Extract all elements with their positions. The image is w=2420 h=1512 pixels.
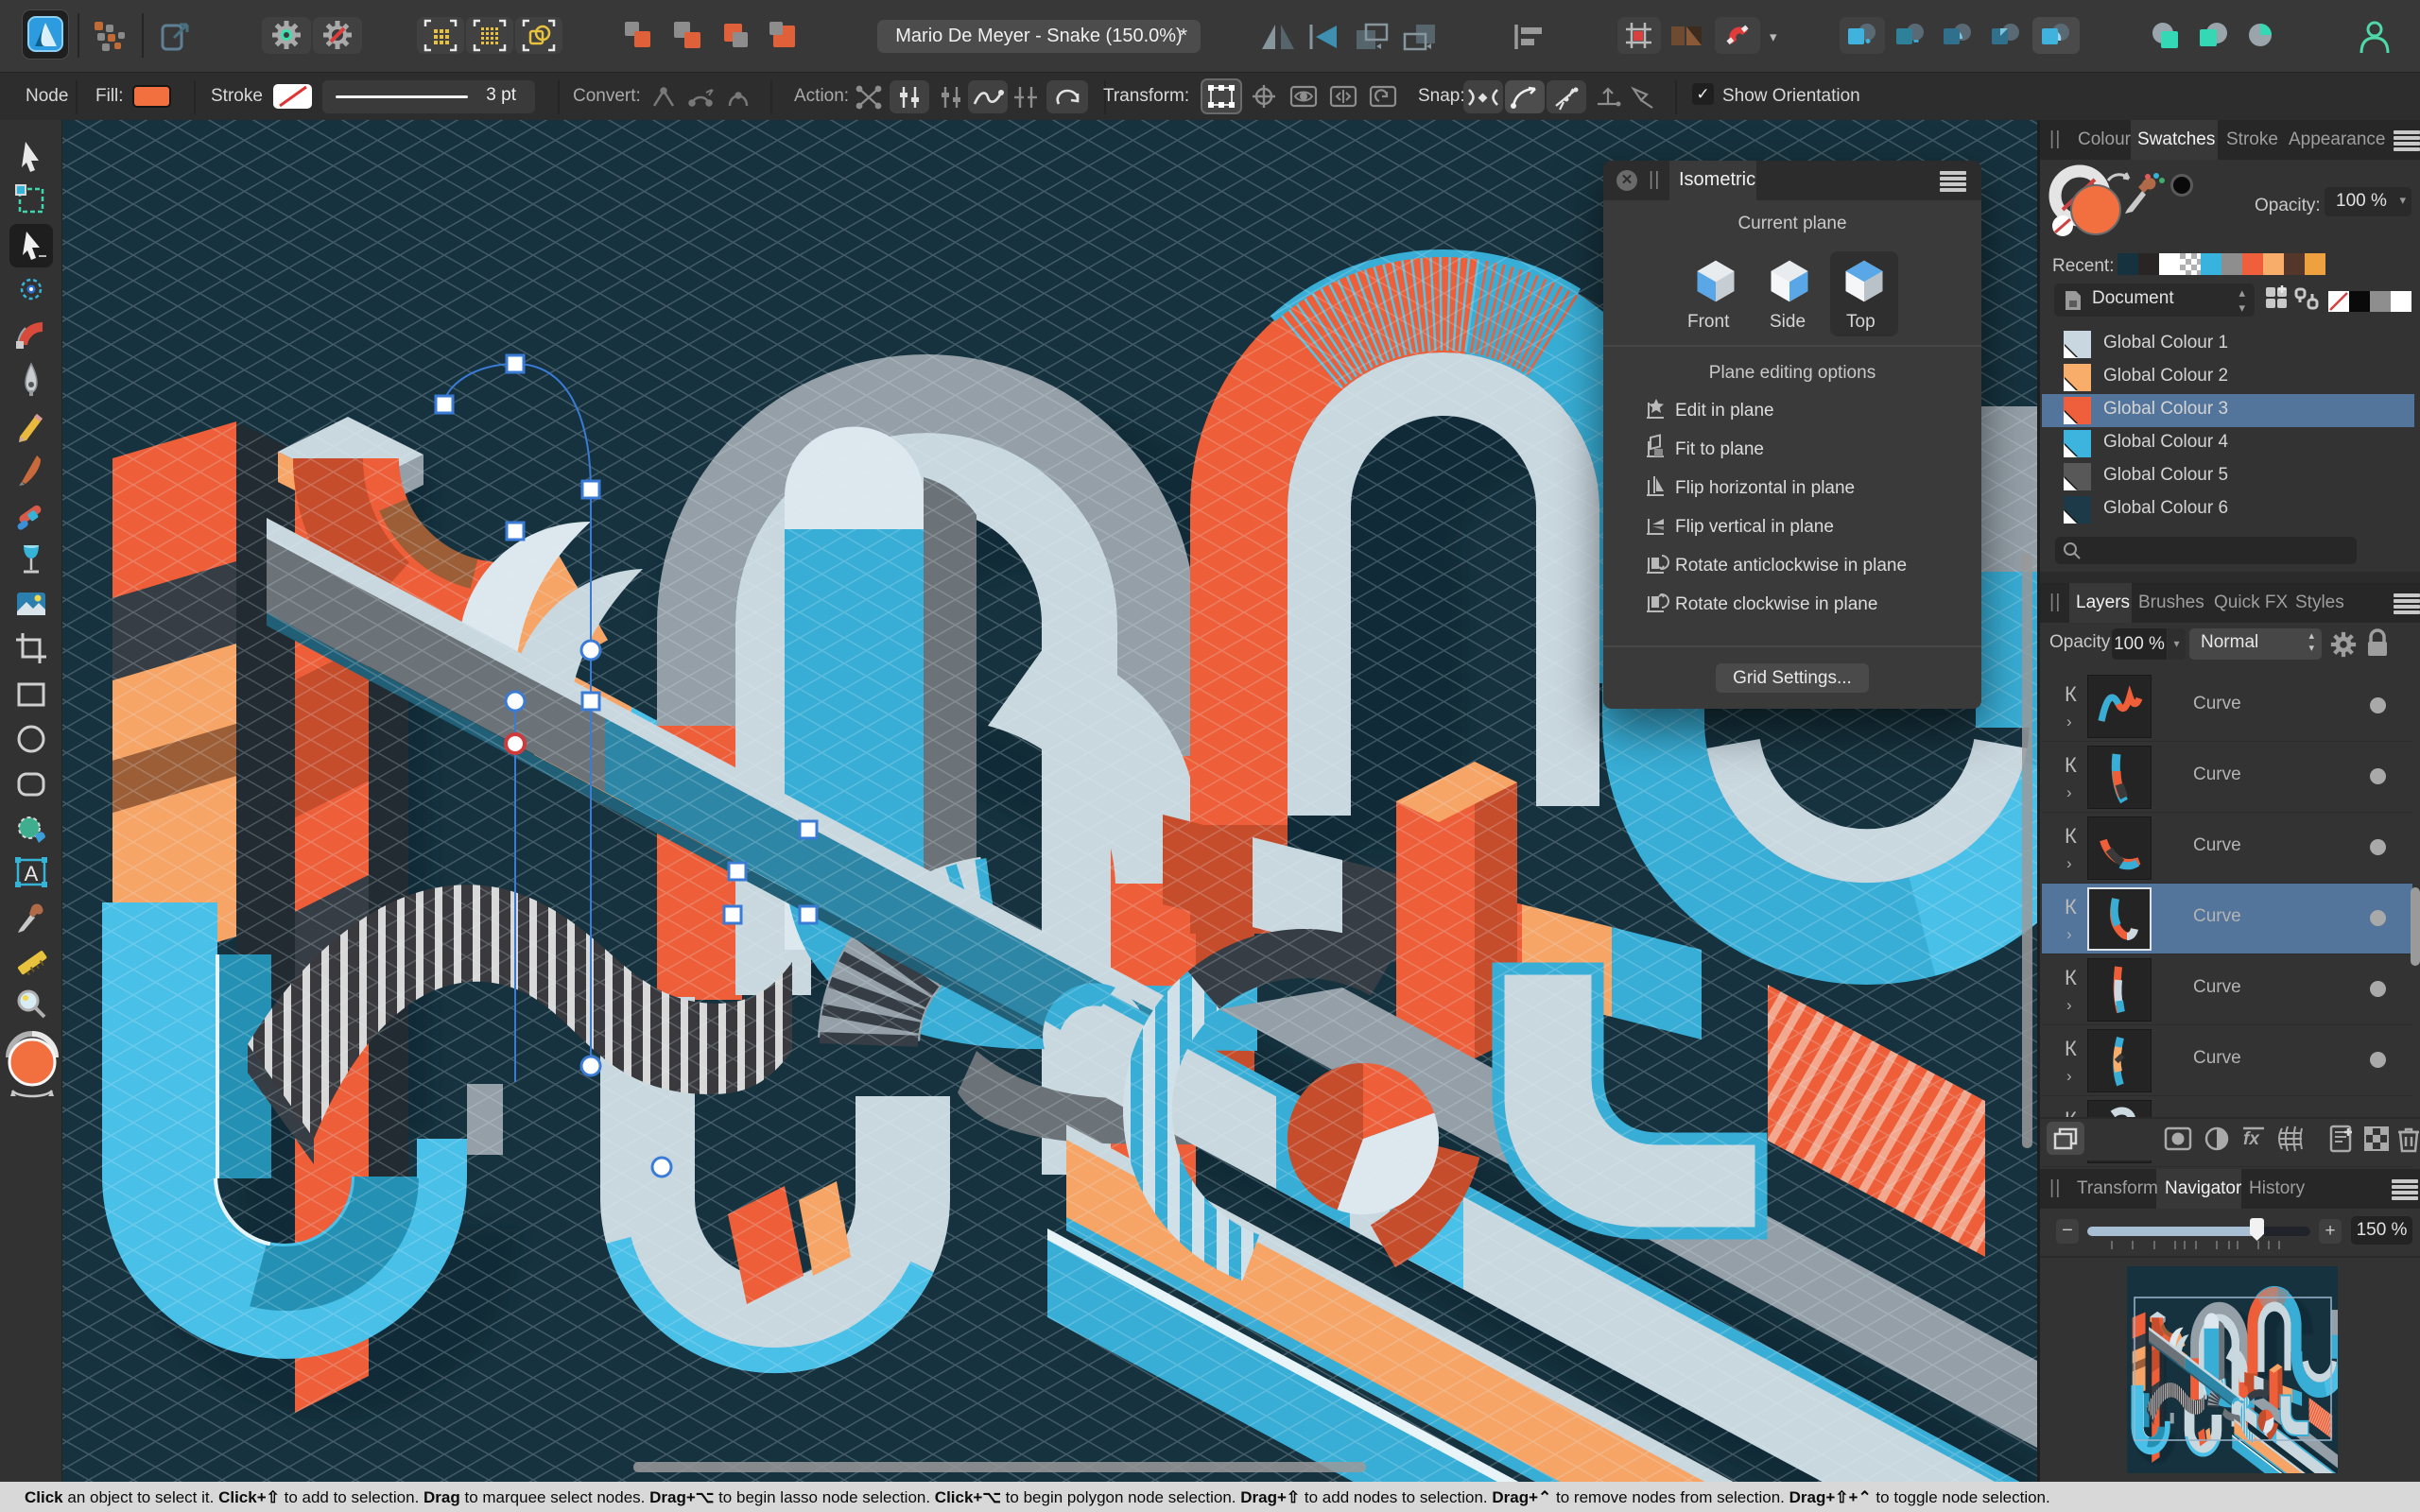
svg-text:A: A bbox=[25, 862, 39, 885]
svg-text:fx: fx bbox=[2243, 1129, 2260, 1149]
